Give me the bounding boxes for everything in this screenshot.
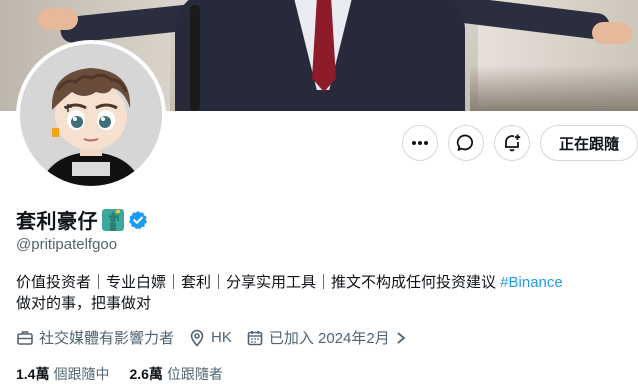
location-item: HK [188, 329, 232, 347]
follow-stats: 1.4萬 個跟隨中 2.6萬 位跟隨者 [16, 364, 243, 384]
bio-text: 价值投资者｜专业白嫖｜套利｜分享实用工具｜推文不构成任何投资建议 [16, 274, 501, 291]
message-button[interactable] [447, 125, 484, 161]
followers-stat[interactable]: 2.6萬 位跟隨者 [129, 364, 222, 384]
profile-meta: 社交媒體有影響力者 HK 已加入 2024年2月 [16, 327, 421, 348]
more-button[interactable] [401, 125, 438, 161]
category-label[interactable]: 社交媒體有影響力者 [39, 327, 174, 348]
avatar[interactable] [16, 40, 166, 190]
following-button[interactable]: 正在跟隨 [539, 125, 638, 161]
category-item: 社交媒體有影響力者 [16, 327, 174, 348]
location-label: HK [211, 329, 232, 346]
joined-item[interactable]: 已加入 2024年2月 [246, 327, 407, 348]
microphone [190, 5, 200, 111]
notifications-button[interactable] [493, 125, 530, 161]
display-name: 套利豪仔 [16, 211, 98, 233]
following-stat[interactable]: 1.4萬 個跟隨中 [16, 364, 109, 384]
username-handle: @pritipatelfgoo [16, 236, 118, 253]
following-stat-label: 個跟隨中 [53, 366, 110, 382]
profile-actions: 正在跟隨 [401, 125, 638, 161]
more-icon [411, 141, 428, 145]
chevron-right-icon [397, 331, 406, 344]
calendar-icon [247, 330, 263, 345]
briefcase-icon [17, 330, 33, 345]
location-pin-icon [190, 329, 204, 347]
avatar-illustration [20, 44, 162, 186]
followers-stat-label: 位跟隨者 [166, 366, 223, 382]
joined-label: 已加入 2024年2月 [268, 330, 390, 347]
followers-count: 2.6萬 [129, 366, 163, 382]
message-icon [456, 134, 474, 151]
verified-badge-icon[interactable] [128, 210, 148, 230]
hashtag-link[interactable]: #Binance [500, 274, 563, 291]
bio: 价值投资者｜专业白嫖｜套利｜分享实用工具｜推文不构成任何投资建议 #Binanc… [16, 272, 626, 314]
bell-plus-icon [504, 134, 521, 152]
display-name-row: 套利豪仔 [16, 205, 148, 234]
statue-of-liberty-emoji [102, 208, 124, 231]
bio-line-2: 做对的事，把事做对 [16, 295, 152, 312]
following-count: 1.4萬 [16, 366, 50, 382]
